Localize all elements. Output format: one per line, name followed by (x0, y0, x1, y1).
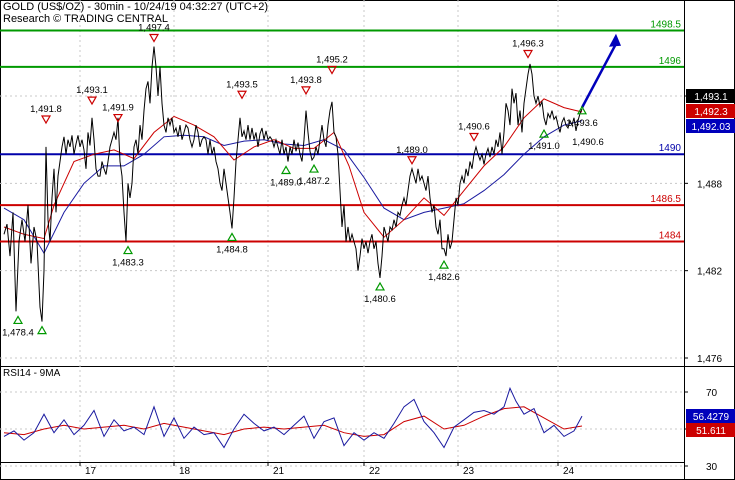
time-tick-label: 24 (563, 466, 575, 477)
chart-frame (0, 0, 735, 480)
price-tick-label: 1,488 (697, 179, 722, 190)
annotations: 1,491.8 1,493.1 1,491.9 1,497.4 1,493.5 1,493… (2, 23, 621, 338)
swing-high-marker (300, 86, 312, 96)
price-tag-label: 1,493.1 (694, 92, 728, 103)
rsi-tag-label: 51.611 (696, 426, 726, 437)
swing-low-marker (280, 165, 292, 175)
swing-low-marker (374, 281, 386, 291)
swing-low-marker (226, 232, 238, 242)
level-label: 1498.5 (650, 20, 681, 31)
price-tick-label: 1,476 (697, 354, 722, 365)
swing-low-label: 1,482.6 (428, 272, 460, 283)
time-tick-label: 21 (273, 466, 285, 477)
swing-high-label: 1,491.8 (30, 104, 62, 115)
swing-low-label: 1,480.6 (364, 294, 396, 305)
price-axis: 1,4941,4881,4821,4761,493.11,492.31,492.… (684, 89, 735, 365)
swing-high-label: 1,493.5 (226, 79, 258, 90)
swing-low-marker (438, 259, 450, 269)
time-tick-label: 17 (85, 466, 97, 477)
swing-high-marker (468, 132, 480, 142)
swing-low-label: 1,487.2 (298, 176, 330, 187)
swing-low-marker (576, 105, 588, 115)
target-arrow-head (609, 33, 621, 47)
time-tick-label: 23 (463, 466, 475, 477)
swing-high-marker (522, 49, 534, 59)
swing-high-label: 1,496.3 (512, 39, 544, 50)
swing-high-marker (86, 96, 98, 106)
swing-high-label: 1,491.9 (102, 103, 134, 114)
rsi-tick-label: 30 (706, 462, 718, 473)
swing-low-marker (12, 315, 24, 325)
swing-low-label: 1,491.0 (528, 141, 560, 152)
price-tag-label: 1,492.03 (692, 122, 731, 133)
swing-low-label: 1,489.0 (270, 178, 302, 189)
target-arrow-shaft (580, 43, 618, 109)
swing-high-label: 1,495.2 (316, 55, 348, 66)
swing-low-label: 1,478.4 (2, 327, 34, 338)
rsi-line (3, 386, 583, 449)
swing-low-label: 1,484.8 (216, 244, 248, 255)
level-label: 1486.5 (650, 194, 681, 205)
swing-high-label: 1,493.1 (76, 85, 108, 96)
swing-low-label: 1,493.6 (566, 118, 598, 129)
point-label: 1,490.6 (572, 137, 604, 148)
swing-low-marker (308, 163, 320, 173)
level-label: 1490 (659, 143, 682, 154)
swing-high-marker (148, 33, 160, 43)
swing-low-label: 1,483.3 (112, 258, 144, 269)
swing-high-marker (40, 115, 52, 125)
price-tick-label: 1,482 (697, 267, 722, 278)
rsi-tag-label: 56.4279 (693, 412, 730, 423)
swing-high-label: 1,490.6 (458, 121, 490, 132)
time-tick-label: 22 (369, 466, 381, 477)
swing-high-marker (406, 156, 418, 165)
swing-high-label: 1,493.8 (290, 75, 322, 86)
price-tag-label: 1,492.3 (694, 107, 728, 118)
swing-high-label: 1,489.0 (396, 145, 428, 156)
level-label: 1484 (659, 231, 682, 242)
swing-low-marker (36, 325, 48, 335)
rsi-panel: 70503056.427951.611 (0, 386, 735, 473)
ma-fast-line (3, 98, 583, 240)
level-lines: 1498.5 1496 1490 1486.5 1484 (0, 20, 684, 243)
rsi-ma-line (3, 406, 583, 437)
swing-low-marker (122, 245, 134, 255)
swing-low-marker (538, 128, 550, 138)
time-tick-label: 18 (179, 466, 191, 477)
time-axis: 17 18 21 22 23 24 (79, 462, 575, 477)
grid (0, 0, 735, 480)
level-label: 1496 (659, 56, 682, 67)
swing-high-label: 1,497.4 (138, 23, 170, 34)
price-chart: 1498.5149614901486.51484 1,491.81,493.11… (0, 0, 735, 480)
rsi-tick-label: 70 (706, 388, 718, 399)
swing-high-marker (236, 90, 248, 100)
